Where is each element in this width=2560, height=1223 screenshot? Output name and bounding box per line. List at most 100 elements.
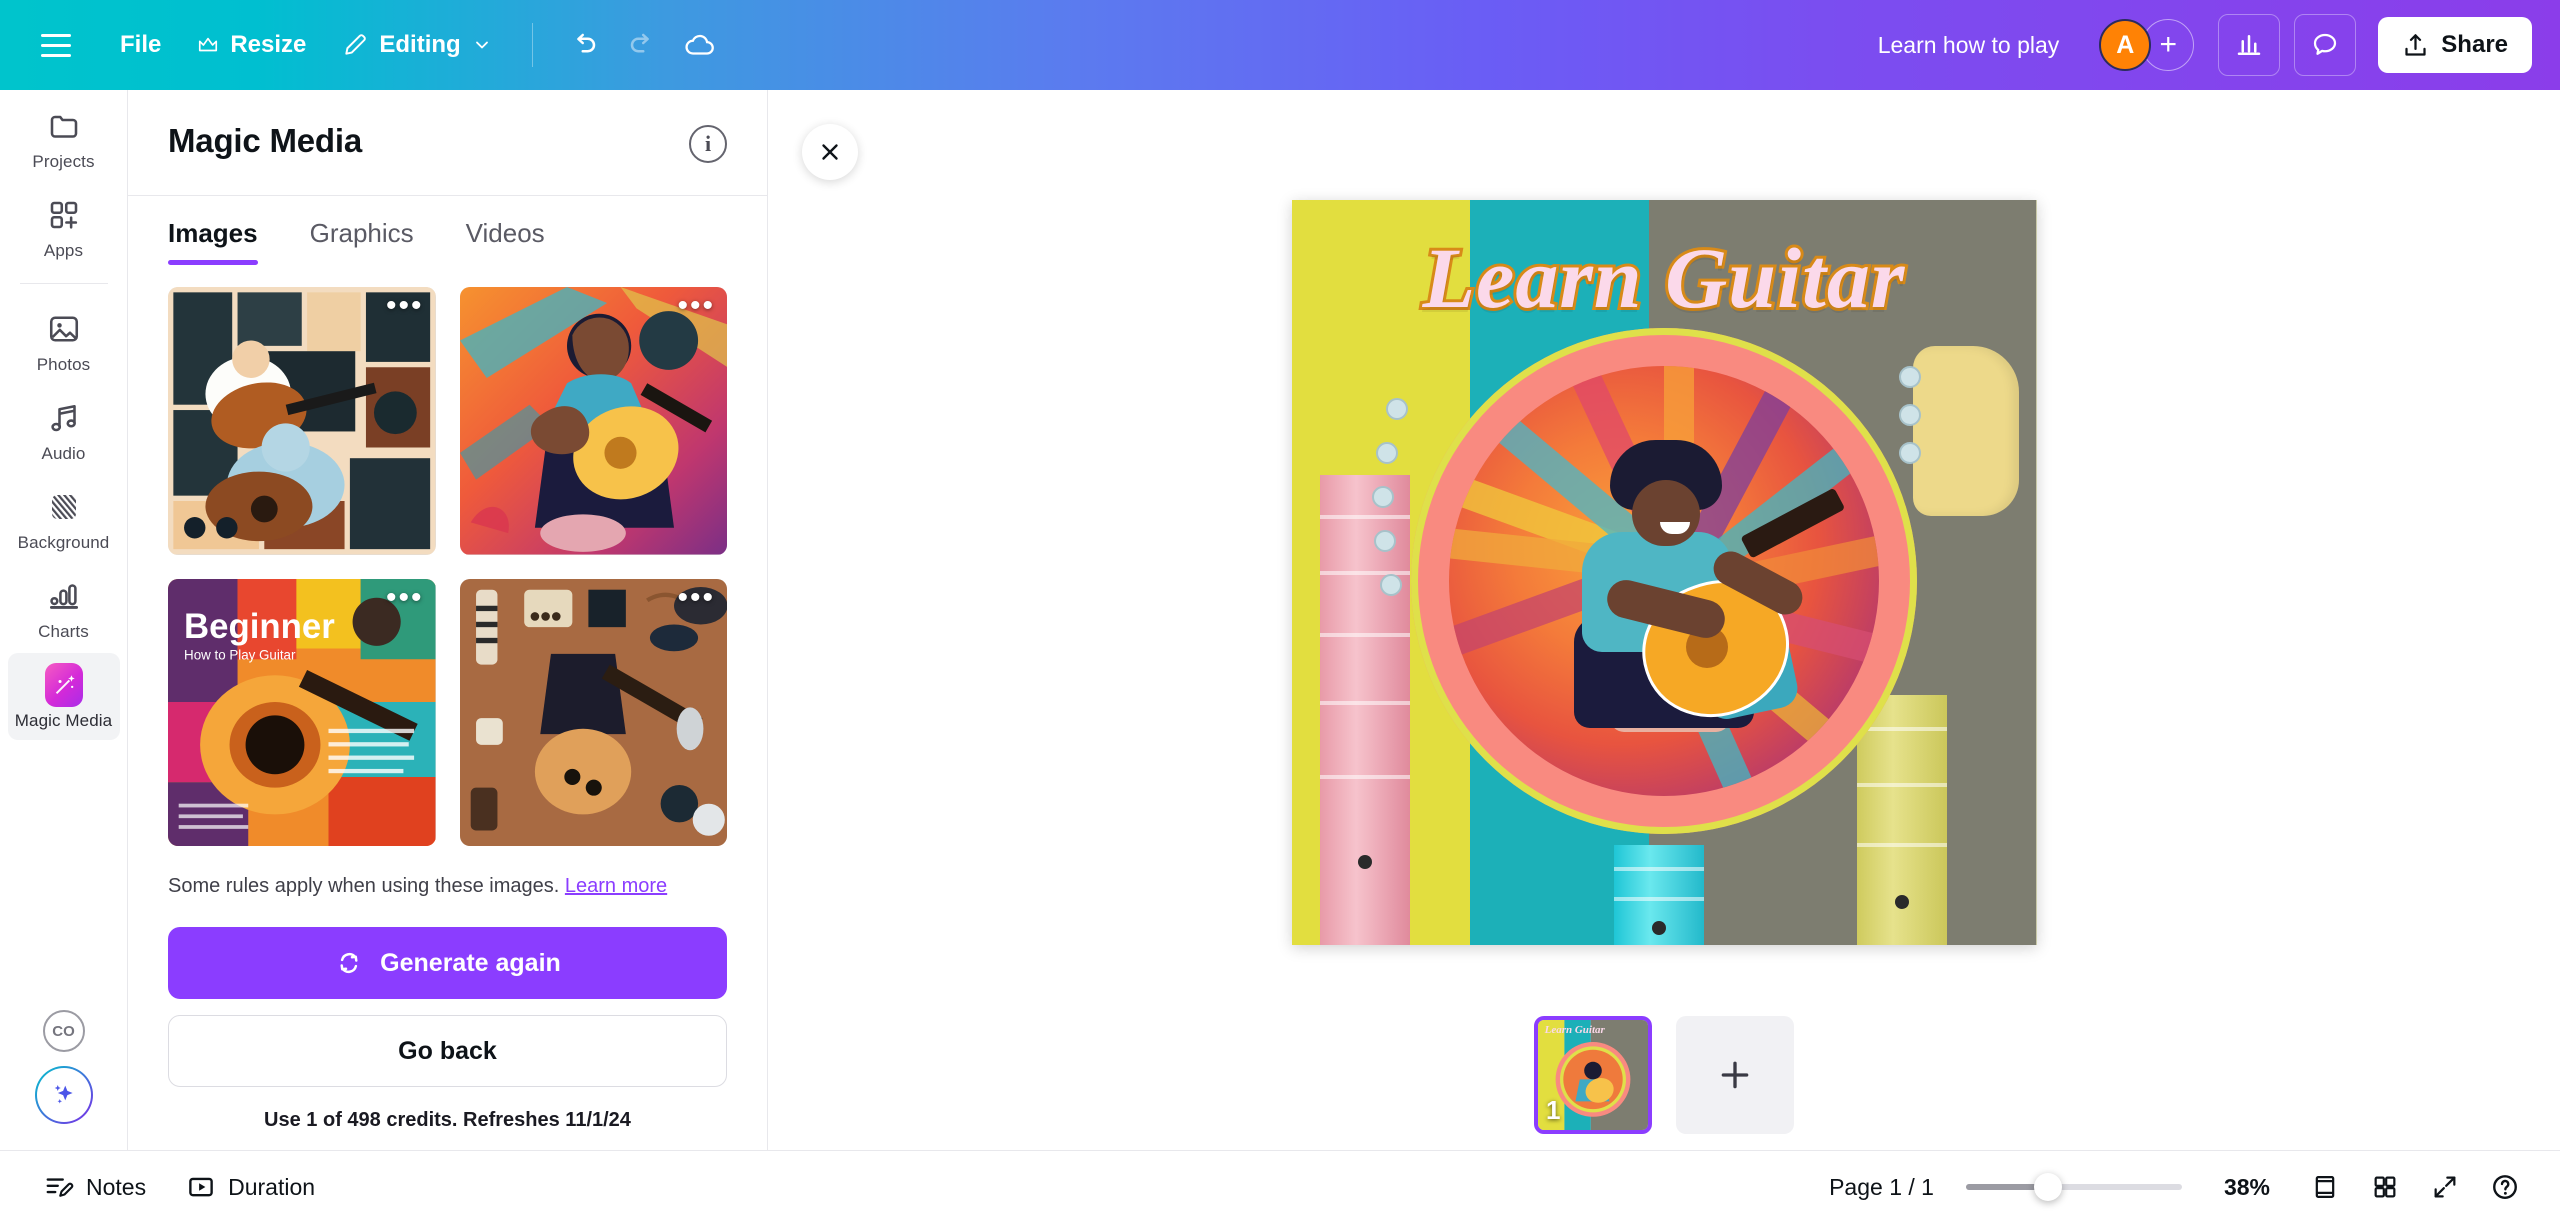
rail-bottom-group: CO xyxy=(35,1010,93,1150)
grid-view-button[interactable] xyxy=(2358,1160,2412,1214)
collaborator-avatars: A + xyxy=(2099,19,2195,71)
sidebar-item-label: Charts xyxy=(38,622,89,641)
undo-button[interactable] xyxy=(555,16,613,74)
undo-icon xyxy=(576,33,595,53)
tab-videos[interactable]: Videos xyxy=(466,196,545,265)
design-page-1[interactable]: Learn Guitar xyxy=(1291,200,2037,945)
notes-icon xyxy=(46,1178,74,1197)
editing-label: Editing xyxy=(379,31,461,58)
plus-icon xyxy=(1721,1061,1749,1089)
magic-media-panel: Magic Media i Images Graphics Videos •••… xyxy=(128,90,768,1150)
file-menu-label: File xyxy=(120,31,162,58)
tab-graphics[interactable]: Graphics xyxy=(310,196,414,265)
sidebar-item-label: Projects xyxy=(32,152,95,171)
canva-editor-window: File Resize Editing Learn how to play A … xyxy=(0,0,2560,1223)
info-icon[interactable]: i xyxy=(689,125,727,163)
sidebar-item-label: Apps xyxy=(43,241,84,260)
toolbar-right-group: Learn how to play A + Share xyxy=(1860,14,2532,76)
fit-page-button[interactable] xyxy=(2298,1160,2352,1214)
redo-button[interactable] xyxy=(613,16,671,74)
guitar-neck-center xyxy=(1613,845,1704,945)
zoom-slider-handle[interactable] xyxy=(2034,1173,2063,1201)
share-button[interactable]: Share xyxy=(2378,17,2532,73)
page-thumbnails-strip: Learn Guitar 1 xyxy=(768,1000,2560,1150)
sparkle-icon[interactable] xyxy=(35,1066,93,1124)
learn-more-link[interactable]: Learn more xyxy=(565,875,667,897)
notes-button[interactable]: Notes xyxy=(28,1162,162,1212)
svg-text:Beginner: Beginner xyxy=(184,607,335,645)
guitarist-illustration xyxy=(1514,439,1846,740)
comments-button[interactable] xyxy=(2294,14,2357,76)
duration-label: Duration xyxy=(228,1173,316,1200)
sidebar-item-magic-media[interactable]: Magic Media xyxy=(7,653,120,740)
insights-button[interactable] xyxy=(2218,14,2281,76)
sidebar-item-photos[interactable]: Photos xyxy=(8,297,120,384)
hamburger-icon[interactable] xyxy=(28,17,84,73)
generated-image-1[interactable]: ••• xyxy=(168,287,436,555)
zoom-slider[interactable] xyxy=(1965,1173,2182,1201)
more-options-icon[interactable]: ••• xyxy=(677,291,715,321)
fullscreen-button[interactable] xyxy=(2418,1160,2472,1214)
avatar[interactable]: A xyxy=(2099,19,2152,71)
redo-icon xyxy=(630,33,649,53)
hatch-pattern-icon xyxy=(45,488,83,526)
panel-header: Magic Media i xyxy=(128,90,767,163)
guitar-headstock xyxy=(1898,346,2019,516)
toolbar-divider xyxy=(531,23,533,67)
page-thumbnail-1[interactable]: Learn Guitar 1 xyxy=(1534,1016,1652,1134)
copyright-circle-icon[interactable]: CO xyxy=(42,1010,85,1052)
sidebar-item-label: Magic Media xyxy=(14,711,113,730)
learn-how-to-play-link[interactable]: Learn how to play xyxy=(1860,20,2078,71)
generated-images-grid: ••• ••• Beginner How to Play Guitar ••• … xyxy=(168,287,727,846)
tab-images[interactable]: Images xyxy=(168,196,258,265)
comment-icon xyxy=(2314,33,2337,55)
more-options-icon[interactable]: ••• xyxy=(677,582,715,612)
bottom-toolbar: Notes Duration Page 1 / 1 38% xyxy=(0,1150,2560,1223)
rail-divider xyxy=(19,283,108,284)
canvas-stage: Learn Guitar xyxy=(768,90,2560,1000)
design-title-text[interactable]: Learn Guitar xyxy=(1292,227,2037,329)
zoom-level-label: 38% xyxy=(2223,1173,2270,1200)
editing-mode-button[interactable]: Editing xyxy=(324,19,509,71)
editor-body: Projects Apps Photos Audio Background Ch… xyxy=(0,90,2560,1150)
generated-image-4[interactable]: ••• xyxy=(459,578,727,846)
help-button[interactable] xyxy=(2478,1160,2532,1214)
folder-icon xyxy=(45,107,83,145)
generate-again-button[interactable]: Generate again xyxy=(168,927,727,999)
share-label: Share xyxy=(2441,31,2508,58)
cloud-save-status-button[interactable] xyxy=(671,16,729,74)
sidebar-item-projects[interactable]: Projects xyxy=(8,94,120,181)
close-panel-button[interactable] xyxy=(802,124,858,180)
duration-button[interactable]: Duration xyxy=(170,1162,331,1212)
usage-rules-text: Some rules apply when using these images… xyxy=(168,872,727,900)
panel-footer: Generate again Go back Use 1 of 498 cred… xyxy=(128,901,767,1150)
more-options-icon[interactable]: ••• xyxy=(386,291,424,321)
generated-image-2[interactable]: ••• xyxy=(459,287,727,555)
add-page-button[interactable] xyxy=(1676,1016,1794,1134)
panel-tabs: Images Graphics Videos xyxy=(128,196,767,265)
close-icon xyxy=(822,144,838,160)
expand-icon xyxy=(2434,1176,2456,1198)
page-indicator: Page 1 / 1 xyxy=(1829,1173,1934,1200)
svg-text:How to Play Guitar: How to Play Guitar xyxy=(184,647,296,662)
file-menu-button[interactable]: File xyxy=(102,19,179,71)
generate-again-label: Generate again xyxy=(380,948,561,977)
svg-text:Learn Guitar: Learn Guitar xyxy=(1544,1024,1606,1036)
help-icon xyxy=(2493,1175,2517,1199)
sidebar-item-background[interactable]: Background xyxy=(8,475,120,562)
resize-button[interactable]: Resize xyxy=(179,19,324,71)
crown-icon xyxy=(199,37,218,52)
sidebar-item-label: Background xyxy=(17,533,110,552)
sidebar-item-label: Photos xyxy=(36,355,91,374)
sidebar-item-apps[interactable]: Apps xyxy=(8,183,120,270)
go-back-button[interactable]: Go back xyxy=(168,1015,727,1087)
top-toolbar: File Resize Editing Learn how to play A … xyxy=(0,0,2560,90)
generated-image-3[interactable]: Beginner How to Play Guitar ••• xyxy=(168,578,436,846)
more-options-icon[interactable]: ••• xyxy=(386,582,424,612)
sidebar-item-charts[interactable]: Charts xyxy=(8,564,120,651)
refresh-icon xyxy=(340,952,358,974)
fit-page-icon xyxy=(2315,1175,2335,1199)
canvas-area: Learn Guitar Learn Guitar 1 xyxy=(768,90,2560,1150)
music-note-icon xyxy=(45,399,83,437)
sidebar-item-audio[interactable]: Audio xyxy=(8,386,120,473)
